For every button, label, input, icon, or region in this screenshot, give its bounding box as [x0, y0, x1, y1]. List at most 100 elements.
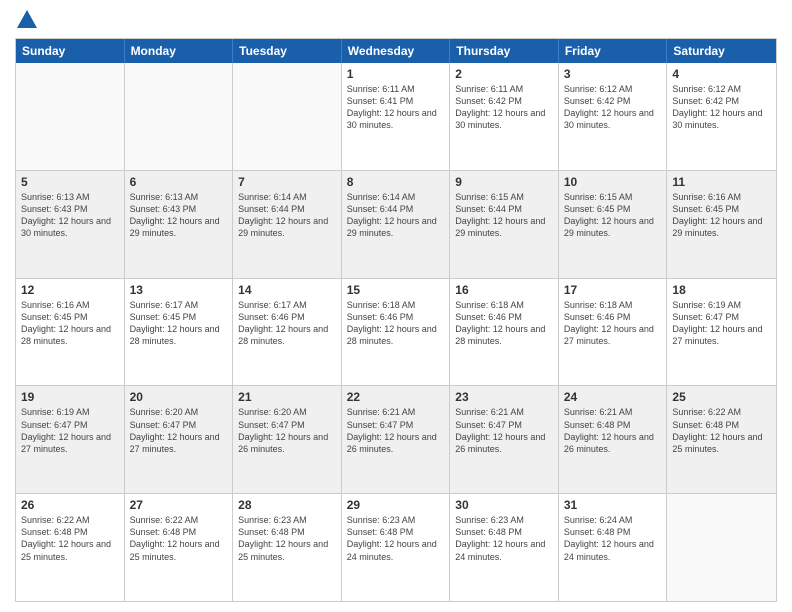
day-number: 15	[347, 283, 445, 297]
calendar-cell: 17Sunrise: 6:18 AMSunset: 6:46 PMDayligh…	[559, 279, 668, 386]
cell-info: Sunrise: 6:14 AMSunset: 6:44 PMDaylight:…	[238, 191, 336, 240]
calendar-cell: 11 Sunrise: 6:16 AMSunset: 6:45 PMDayligh…	[667, 171, 776, 278]
cell-info: Sunrise: 6:12 AMSunset: 6:42 PMDaylight:…	[564, 83, 662, 132]
cell-info: Sunrise: 6:20 AMSunset: 6:47 PMDaylight:…	[238, 406, 336, 455]
calendar: SundayMondayTuesdayWednesdayThursdayFrid…	[15, 38, 777, 602]
calendar-cell: 26Sunrise: 6:22 AMSunset: 6:48 PMDayligh…	[16, 494, 125, 601]
calendar-cell: 30Sunrise: 6:23 AMSunset: 6:48 PMDayligh…	[450, 494, 559, 601]
day-number: 29	[347, 498, 445, 512]
day-number: 19	[21, 390, 119, 404]
header-day: Saturday	[667, 39, 776, 63]
cell-info: Sunrise: 6:17 AMSunset: 6:46 PMDaylight:…	[238, 299, 336, 348]
calendar-cell: 22 Sunrise: 6:21 AMSunset: 6:47 PMDayligh…	[342, 386, 451, 493]
header-day: Wednesday	[342, 39, 451, 63]
cell-info: Sunrise: 6:21 AMSunset: 6:47 PMDaylight:…	[347, 406, 445, 455]
calendar-row: 1Sunrise: 6:11 AMSunset: 6:41 PMDaylight…	[16, 63, 776, 170]
day-number: 25	[672, 390, 771, 404]
calendar-cell: 13 Sunrise: 6:17 AMSunset: 6:45 PMDayligh…	[125, 279, 234, 386]
calendar-cell	[16, 63, 125, 170]
header-day: Thursday	[450, 39, 559, 63]
cell-info: Sunrise: 6:22 AMSunset: 6:48 PMDaylight:…	[672, 406, 771, 455]
day-number: 24	[564, 390, 662, 404]
day-number: 14	[238, 283, 336, 297]
cell-info: Sunrise: 6:15 AMSunset: 6:45 PMDaylight:…	[564, 191, 662, 240]
day-number: 27	[130, 498, 228, 512]
logo-triangle-icon	[17, 10, 37, 28]
header-day: Sunday	[16, 39, 125, 63]
day-number: 20	[130, 390, 228, 404]
calendar-row: 12 Sunrise: 6:16 AMSunset: 6:45 PMDayligh…	[16, 278, 776, 386]
calendar-cell: 28Sunrise: 6:23 AMSunset: 6:48 PMDayligh…	[233, 494, 342, 601]
day-number: 16	[455, 283, 553, 297]
cell-info: Sunrise: 6:14 AMSunset: 6:44 PMDaylight:…	[347, 191, 445, 240]
calendar-cell: 24Sunrise: 6:21 AMSunset: 6:48 PMDayligh…	[559, 386, 668, 493]
calendar-body: 1Sunrise: 6:11 AMSunset: 6:41 PMDaylight…	[16, 63, 776, 601]
day-number: 31	[564, 498, 662, 512]
cell-info: Sunrise: 6:22 AMSunset: 6:48 PMDaylight:…	[130, 514, 228, 563]
day-number: 3	[564, 67, 662, 81]
header-day: Friday	[559, 39, 668, 63]
cell-info: Sunrise: 6:18 AMSunset: 6:46 PMDaylight:…	[455, 299, 553, 348]
header-day: Tuesday	[233, 39, 342, 63]
day-number: 18	[672, 283, 771, 297]
day-number: 10	[564, 175, 662, 189]
cell-info: Sunrise: 6:23 AMSunset: 6:48 PMDaylight:…	[347, 514, 445, 563]
cell-info: Sunrise: 6:19 AMSunset: 6:47 PMDaylight:…	[21, 406, 119, 455]
day-number: 5	[21, 175, 119, 189]
day-number: 23	[455, 390, 553, 404]
calendar-header: SundayMondayTuesdayWednesdayThursdayFrid…	[16, 39, 776, 63]
cell-info: Sunrise: 6:18 AMSunset: 6:46 PMDaylight:…	[347, 299, 445, 348]
calendar-cell: 8Sunrise: 6:14 AMSunset: 6:44 PMDaylight…	[342, 171, 451, 278]
cell-info: Sunrise: 6:23 AMSunset: 6:48 PMDaylight:…	[238, 514, 336, 563]
day-number: 11	[672, 175, 771, 189]
calendar-cell: 10 Sunrise: 6:15 AMSunset: 6:45 PMDayligh…	[559, 171, 668, 278]
calendar-cell: 4 Sunrise: 6:12 AMSunset: 6:42 PMDaylight…	[667, 63, 776, 170]
cell-info: Sunrise: 6:15 AMSunset: 6:44 PMDaylight:…	[455, 191, 553, 240]
cell-info: Sunrise: 6:19 AMSunset: 6:47 PMDaylight:…	[672, 299, 771, 348]
page: SundayMondayTuesdayWednesdayThursdayFrid…	[0, 0, 792, 612]
cell-info: Sunrise: 6:12 AMSunset: 6:42 PMDaylight:…	[672, 83, 771, 132]
cell-info: Sunrise: 6:11 AMSunset: 6:41 PMDaylight:…	[347, 83, 445, 132]
calendar-cell: 18 Sunrise: 6:19 AMSunset: 6:47 PMDayligh…	[667, 279, 776, 386]
day-number: 30	[455, 498, 553, 512]
day-number: 2	[455, 67, 553, 81]
day-number: 22	[347, 390, 445, 404]
calendar-cell: 16 Sunrise: 6:18 AMSunset: 6:46 PMDayligh…	[450, 279, 559, 386]
calendar-cell: 12 Sunrise: 6:16 AMSunset: 6:45 PMDayligh…	[16, 279, 125, 386]
cell-info: Sunrise: 6:17 AMSunset: 6:45 PMDaylight:…	[130, 299, 228, 348]
cell-info: Sunrise: 6:16 AMSunset: 6:45 PMDaylight:…	[672, 191, 771, 240]
calendar-cell: 25 Sunrise: 6:22 AMSunset: 6:48 PMDayligh…	[667, 386, 776, 493]
cell-info: Sunrise: 6:20 AMSunset: 6:47 PMDaylight:…	[130, 406, 228, 455]
calendar-cell: 6 Sunrise: 6:13 AMSunset: 6:43 PMDaylight…	[125, 171, 234, 278]
calendar-cell: 29 Sunrise: 6:23 AMSunset: 6:48 PMDayligh…	[342, 494, 451, 601]
cell-info: Sunrise: 6:13 AMSunset: 6:43 PMDaylight:…	[21, 191, 119, 240]
day-number: 7	[238, 175, 336, 189]
logo-text	[15, 10, 37, 30]
cell-info: Sunrise: 6:18 AMSunset: 6:46 PMDaylight:…	[564, 299, 662, 348]
calendar-row: 19 Sunrise: 6:19 AMSunset: 6:47 PMDayligh…	[16, 385, 776, 493]
calendar-cell	[667, 494, 776, 601]
cell-info: Sunrise: 6:13 AMSunset: 6:43 PMDaylight:…	[130, 191, 228, 240]
calendar-cell: 20 Sunrise: 6:20 AMSunset: 6:47 PMDayligh…	[125, 386, 234, 493]
day-number: 6	[130, 175, 228, 189]
calendar-cell: 1Sunrise: 6:11 AMSunset: 6:41 PMDaylight…	[342, 63, 451, 170]
calendar-cell	[125, 63, 234, 170]
calendar-cell: 23 Sunrise: 6:21 AMSunset: 6:47 PMDayligh…	[450, 386, 559, 493]
cell-info: Sunrise: 6:22 AMSunset: 6:48 PMDaylight:…	[21, 514, 119, 563]
calendar-row: 5 Sunrise: 6:13 AMSunset: 6:43 PMDaylight…	[16, 170, 776, 278]
day-number: 12	[21, 283, 119, 297]
calendar-cell: 9Sunrise: 6:15 AMSunset: 6:44 PMDaylight…	[450, 171, 559, 278]
logo	[15, 10, 37, 30]
cell-info: Sunrise: 6:11 AMSunset: 6:42 PMDaylight:…	[455, 83, 553, 132]
calendar-cell: 19 Sunrise: 6:19 AMSunset: 6:47 PMDayligh…	[16, 386, 125, 493]
calendar-cell: 3 Sunrise: 6:12 AMSunset: 6:42 PMDaylight…	[559, 63, 668, 170]
cell-info: Sunrise: 6:21 AMSunset: 6:47 PMDaylight:…	[455, 406, 553, 455]
calendar-cell: 15 Sunrise: 6:18 AMSunset: 6:46 PMDayligh…	[342, 279, 451, 386]
calendar-cell: 14 Sunrise: 6:17 AMSunset: 6:46 PMDayligh…	[233, 279, 342, 386]
day-number: 4	[672, 67, 771, 81]
day-number: 13	[130, 283, 228, 297]
calendar-cell	[233, 63, 342, 170]
calendar-cell: 2 Sunrise: 6:11 AMSunset: 6:42 PMDaylight…	[450, 63, 559, 170]
cell-info: Sunrise: 6:16 AMSunset: 6:45 PMDaylight:…	[21, 299, 119, 348]
calendar-cell: 27 Sunrise: 6:22 AMSunset: 6:48 PMDayligh…	[125, 494, 234, 601]
